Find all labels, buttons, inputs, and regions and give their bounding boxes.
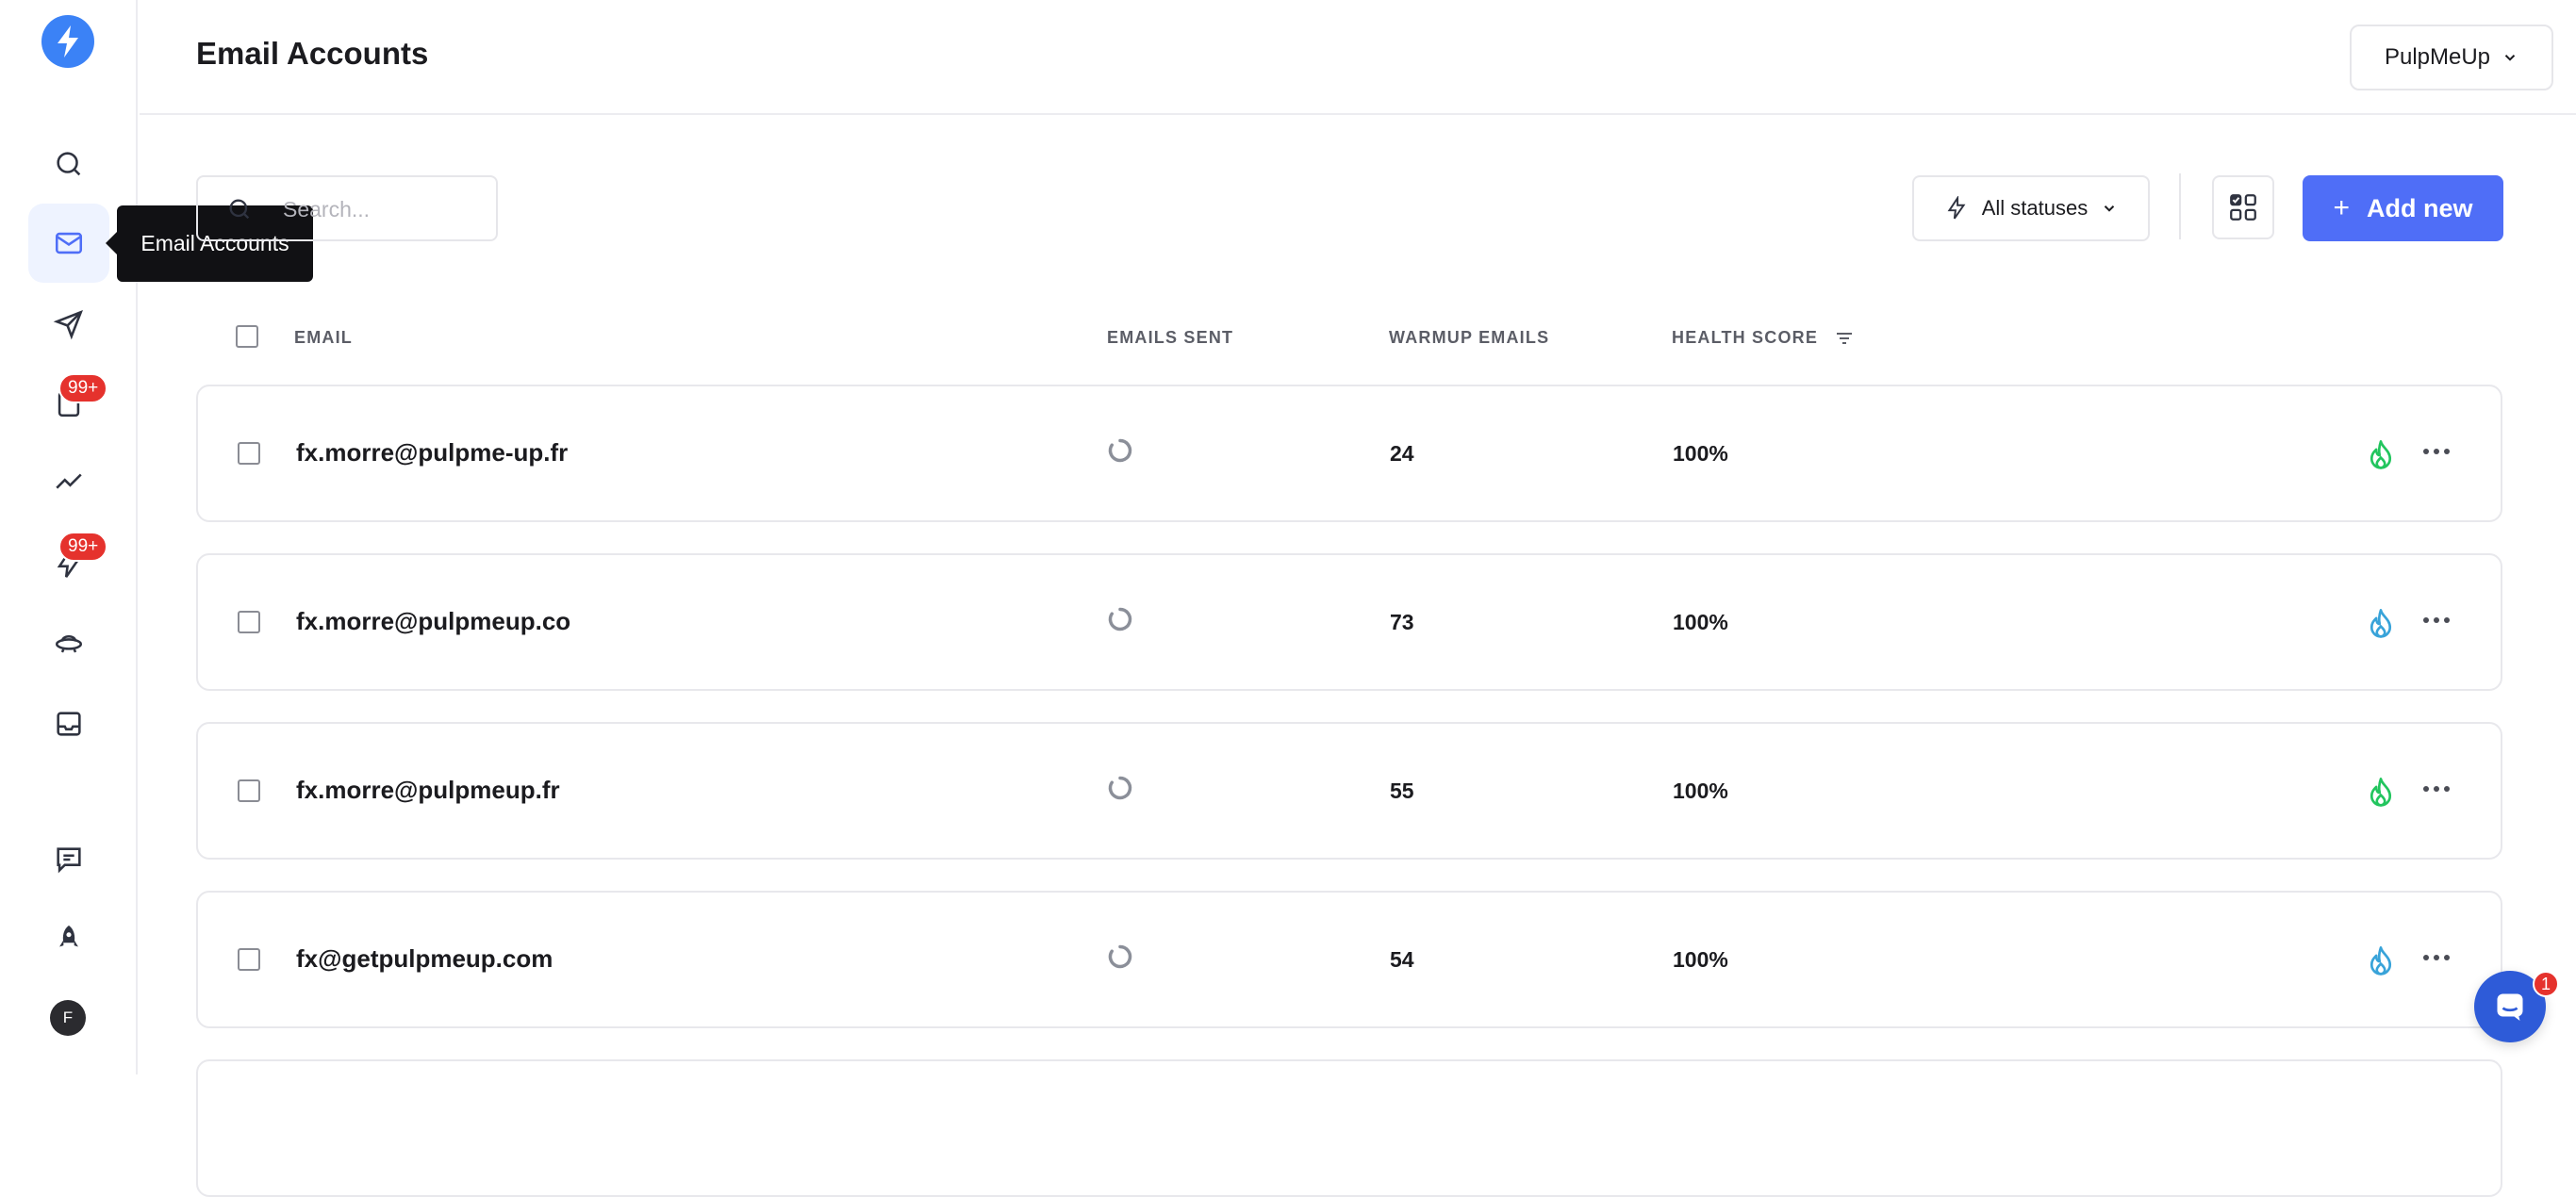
warmup-flame-icon[interactable] <box>2367 439 2395 471</box>
workspace-name: PulpMeUp <box>2384 44 2491 70</box>
sidebar-item-feedback[interactable] <box>28 820 109 899</box>
analytics-icon <box>56 473 82 489</box>
warmup-flame-icon[interactable] <box>2367 945 2395 977</box>
sidebar-item-analytics[interactable] <box>28 443 109 522</box>
row-email[interactable]: fx.morre@pulpmeup.co <box>296 607 570 636</box>
search-icon <box>57 152 81 176</box>
row-health-score: 100% <box>1673 441 1728 466</box>
more-dot <box>2444 955 2450 960</box>
inbox-icon <box>57 712 81 736</box>
more-dot <box>2423 449 2429 454</box>
row-more-menu-button[interactable] <box>2423 449 2450 454</box>
search-box <box>196 175 498 241</box>
toolbar-divider <box>2179 173 2181 239</box>
row-more-menu-button[interactable] <box>2423 617 2450 623</box>
row-health-score: 100% <box>1673 779 1728 803</box>
page-title: Email Accounts <box>196 36 429 71</box>
status-filter-label: All statuses <box>1981 196 2089 220</box>
loading-spinner-icon <box>1108 776 1132 800</box>
row-email[interactable]: fx.morre@pulpmeup.fr <box>296 776 560 805</box>
row-checkbox[interactable] <box>238 611 260 633</box>
chevron-down-icon <box>2504 55 2516 61</box>
table-row[interactable]: fx@getpulpmeup.com 54 100% <box>196 891 2502 1028</box>
select-all-checkbox[interactable] <box>236 325 258 348</box>
mail-icon <box>55 232 83 254</box>
column-header-email: EMAIL <box>294 328 353 347</box>
more-dot <box>2444 449 2450 454</box>
status-filter-dropdown[interactable]: All statuses <box>1912 175 2150 241</box>
workspace-switcher[interactable]: PulpMeUp <box>2350 25 2553 90</box>
bulk-select-button[interactable] <box>2212 175 2274 239</box>
row-more-menu-button[interactable] <box>2423 955 2450 960</box>
more-dot <box>2434 449 2439 454</box>
more-dot <box>2434 955 2439 960</box>
row-checkbox[interactable] <box>238 948 260 971</box>
more-dot <box>2434 617 2439 623</box>
sort-icon <box>1837 333 1853 345</box>
more-dot <box>2423 955 2429 960</box>
chat-bubble-icon <box>2497 993 2523 1021</box>
more-dot <box>2423 617 2429 623</box>
row-warmup-emails: 54 <box>1390 947 1414 972</box>
table-row[interactable]: fx.morre@pulpme-up.fr 24 100% <box>196 385 2502 522</box>
ufo-icon <box>55 635 83 653</box>
loading-spinner-icon <box>1108 607 1132 631</box>
chat-icon <box>57 847 81 874</box>
sidebar-item-search[interactable] <box>28 124 109 204</box>
row-health-score: 100% <box>1673 610 1728 634</box>
warmup-flame-icon[interactable] <box>2367 777 2395 809</box>
grid-select-icon <box>2230 194 2256 221</box>
chat-notification-badge: 1 <box>2533 971 2559 997</box>
add-new-button[interactable]: + Add new <box>2303 175 2503 241</box>
plus-icon: + <box>2333 192 2351 223</box>
row-health-score: 100% <box>1673 947 1728 972</box>
more-dot <box>2444 617 2450 623</box>
lightning-icon <box>1947 196 1966 220</box>
app-logo[interactable] <box>41 15 94 68</box>
loading-spinner-icon <box>1108 438 1132 463</box>
avatar[interactable]: F <box>50 1000 86 1036</box>
sidebar-item-explore[interactable] <box>28 603 109 682</box>
row-more-menu-button[interactable] <box>2423 786 2450 792</box>
search-icon <box>229 199 250 220</box>
health-score-label: HEALTH SCORE <box>1672 328 1819 347</box>
sidebar: 99+ 99+ F <box>0 0 138 1074</box>
table-row[interactable]: fx.morre@pulpmeup.fr 55 100% <box>196 722 2502 860</box>
row-email[interactable]: fx.morre@pulpme-up.fr <box>296 438 568 467</box>
search-input[interactable] <box>283 194 481 224</box>
sidebar-item-getting-started[interactable] <box>28 899 109 978</box>
warmup-flame-icon[interactable] <box>2367 608 2395 640</box>
column-header-warmup-emails: WARMUP EMAILS <box>1389 328 1550 347</box>
header: Email Accounts PulpMeUp <box>140 0 2576 115</box>
row-warmup-emails: 55 <box>1390 779 1414 803</box>
notification-badge: 99+ <box>58 532 108 562</box>
sidebar-item-inbox[interactable] <box>28 684 109 763</box>
row-checkbox[interactable] <box>238 442 260 465</box>
table-row[interactable]: fx.morre@pulpmeup.co 73 100% <box>196 553 2502 691</box>
table-row[interactable] <box>196 1059 2502 1197</box>
sidebar-item-campaigns[interactable] <box>28 285 109 364</box>
more-dot <box>2444 786 2450 792</box>
column-header-health-score[interactable]: HEALTH SCORE <box>1672 328 1854 348</box>
row-checkbox[interactable] <box>238 779 260 802</box>
more-dot <box>2434 786 2439 792</box>
sidebar-item-email-accounts[interactable] <box>28 204 109 283</box>
send-icon <box>53 310 83 340</box>
row-warmup-emails: 73 <box>1390 610 1414 634</box>
chevron-down-icon <box>2105 205 2115 212</box>
notification-badge: 99+ <box>58 373 108 403</box>
add-new-label: Add new <box>2367 193 2473 222</box>
row-email[interactable]: fx@getpulpmeup.com <box>296 944 553 974</box>
more-dot <box>2423 786 2429 792</box>
loading-spinner-icon <box>1108 944 1132 969</box>
row-warmup-emails: 24 <box>1390 441 1414 466</box>
column-header-emails-sent: EMAILS SENT <box>1107 328 1234 347</box>
bolt-logo-icon <box>58 25 78 57</box>
rocket-icon <box>59 925 78 947</box>
